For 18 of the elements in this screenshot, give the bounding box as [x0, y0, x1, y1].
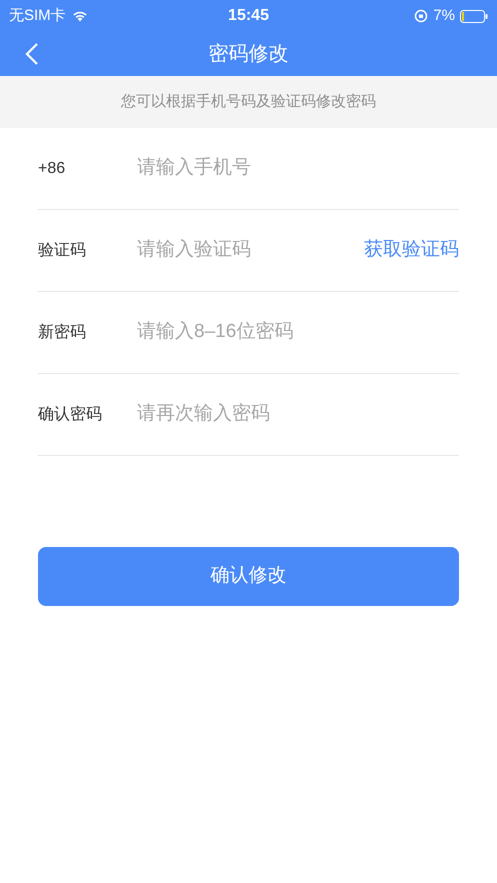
- get-code-link[interactable]: 获取验证码: [364, 236, 459, 265]
- field-label: +86: [38, 158, 66, 178]
- input-field[interactable]: 请输入8–16位密码: [137, 318, 459, 347]
- battery-icon: [460, 10, 488, 22]
- wifi-icon: [72, 10, 88, 22]
- input-field[interactable]: 请输入手机号: [137, 154, 459, 183]
- page-title: 密码修改: [208, 42, 288, 67]
- carrier-label: 无SIM卡: [9, 6, 66, 26]
- field-label: 验证码: [38, 240, 87, 260]
- field-label: 确认密码: [38, 404, 103, 424]
- hint-text: 您可以根据手机号码及验证码修改密码: [121, 92, 376, 112]
- submit-button[interactable]: 确认修改: [38, 547, 459, 606]
- battery-percent: 7%: [433, 6, 455, 26]
- rotation-lock-icon: [414, 9, 428, 23]
- field-label: 新密码: [38, 322, 87, 342]
- input-field[interactable]: 请再次输入密码: [137, 400, 459, 429]
- input-field[interactable]: 请输入验证码: [137, 236, 364, 265]
- clock-time: 15:45: [228, 6, 269, 26]
